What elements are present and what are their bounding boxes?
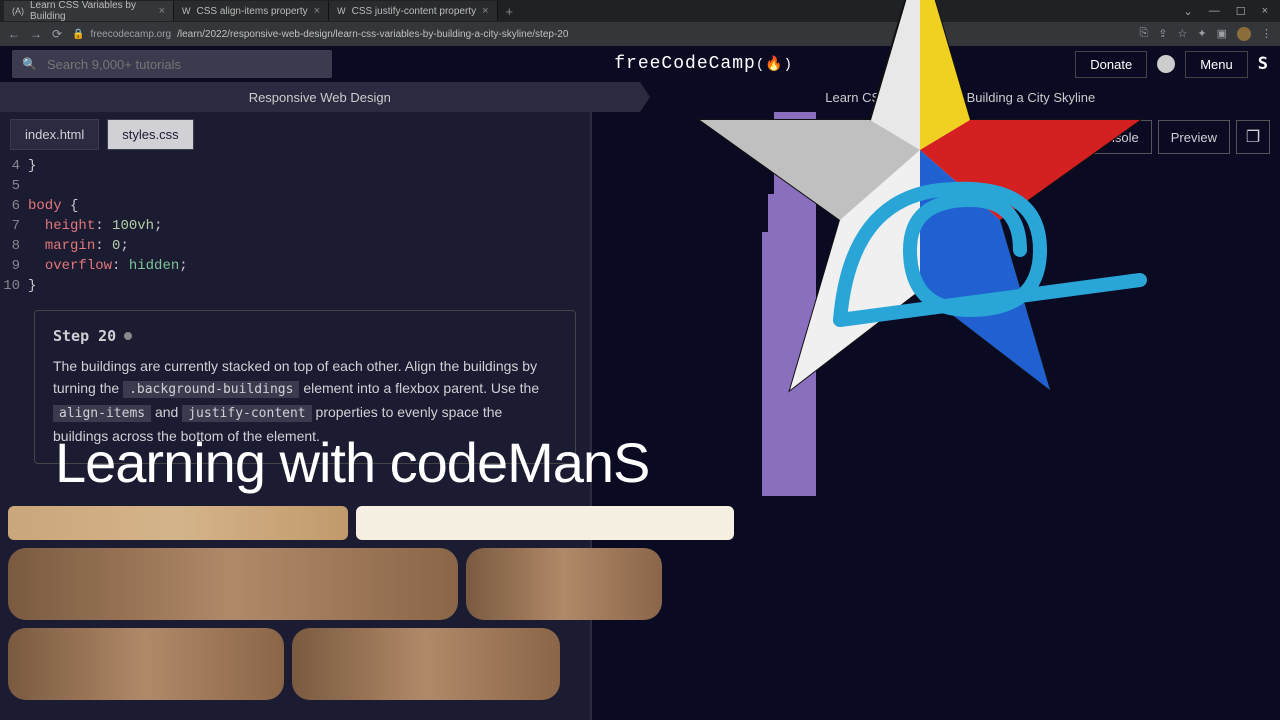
fire-icon: (🔥) [756,57,793,73]
browser-tab-0[interactable]: (A) Learn CSS Variables by Building × [4,1,174,21]
bookmark-icon[interactable]: ☆ [1178,27,1188,41]
tab-index-html[interactable]: index.html [10,119,99,150]
language-button[interactable] [1157,55,1175,73]
kebab-menu-icon[interactable]: ⋮ [1261,27,1272,41]
line-number: 5 [0,176,28,196]
popout-icon[interactable]: ❐ [1236,120,1270,154]
tab-favicon: W [337,6,346,16]
window-controls: ⌄ — ☐ × [1183,5,1280,18]
search-icon: 🔍 [22,57,37,71]
step-title: Step 20 [53,327,557,345]
chevron-down-icon[interactable]: ⌄ [1183,5,1192,18]
browser-tab-1[interactable]: W CSS align-items property × [174,1,329,21]
line-number: 8 [0,236,28,256]
building [768,194,816,232]
breadcrumb-right[interactable]: Learn CSS Variables by Building a City S… [641,82,1280,112]
url-input[interactable]: 🔒 freecodecamp.org/learn/2022/responsive… [72,29,568,40]
extensions-icon[interactable]: ✦ [1197,27,1206,41]
breadcrumb: Responsive Web Design Learn CSS Variable… [0,82,1280,112]
forward-icon[interactable]: → [30,27,42,41]
lock-icon: 🔒 [72,29,84,40]
tab-label: CSS align-items property [197,6,308,17]
tab-bar: (A) Learn CSS Variables by Building × W … [0,0,1280,22]
code-editor[interactable]: 4} 5 6body { 7 height: 100vh; 8 margin: … [0,156,590,296]
search-box[interactable]: 🔍 [12,50,332,78]
address-bar: ← → ⟳ 🔒 freecodecamp.org/learn/2022/resp… [0,22,1280,46]
tab-label: CSS justify-content property [352,6,477,17]
minimize-icon[interactable]: — [1209,5,1220,18]
profile-avatar[interactable] [1237,27,1251,41]
install-icon[interactable]: ⎘ [1139,27,1148,41]
browser-chrome: (A) Learn CSS Variables by Building × W … [0,0,1280,46]
console-button[interactable]: Console [1078,120,1152,154]
tab-label: Learn CSS Variables by Building [30,0,153,22]
browser-tab-2[interactable]: W CSS justify-content property × [329,1,497,21]
tab-favicon: W [182,6,191,16]
window-icon[interactable]: ▣ [1217,27,1227,41]
close-window-icon[interactable]: × [1262,5,1268,18]
file-tabs: index.html styles.css [0,112,590,156]
back-icon[interactable]: ← [8,27,20,41]
overlay-title: Learning with codeManS [55,430,649,495]
breadcrumb-left[interactable]: Responsive Web Design [0,82,641,112]
overlay-bricks [8,506,734,708]
tab-favicon: (A) [12,6,24,16]
line-number: 4 [0,156,28,176]
close-icon[interactable]: × [314,5,320,17]
preview-output [762,112,822,512]
share-icon[interactable]: ⇪ [1158,27,1167,41]
tab-styles-css[interactable]: styles.css [107,119,193,150]
url-host: freecodecamp.org [91,29,172,40]
maximize-icon[interactable]: ☐ [1236,5,1246,18]
building [774,160,806,194]
donate-button[interactable]: Donate [1075,51,1147,78]
search-input[interactable] [47,57,322,72]
status-dot-icon [124,332,132,340]
line-number: 6 [0,196,28,216]
streak-icon[interactable]: S [1258,54,1268,74]
menu-button[interactable]: Menu [1185,51,1248,78]
fcc-header: 🔍 freeCodeCamp(🔥) Donate Menu S [0,46,1280,82]
url-path: /learn/2022/responsive-web-design/learn-… [177,29,568,40]
building [762,232,816,496]
preview-button[interactable]: Preview [1158,120,1230,154]
line-number: 9 [0,256,28,276]
fcc-logo[interactable]: freeCodeCamp(🔥) [614,54,793,74]
close-icon[interactable]: × [482,5,488,17]
line-number: 10 [0,276,28,296]
new-tab-button[interactable]: + [498,4,522,19]
line-number: 7 [0,216,28,236]
building [774,112,816,160]
reload-icon[interactable]: ⟳ [52,27,62,41]
close-icon[interactable]: × [159,5,165,17]
